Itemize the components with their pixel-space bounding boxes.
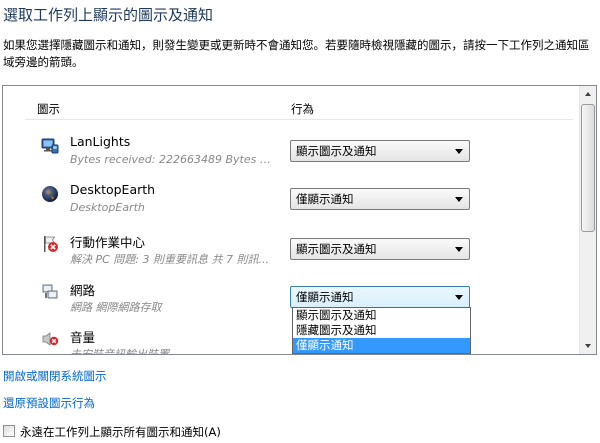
network-icon: [41, 283, 59, 301]
item-name: 音量: [70, 330, 96, 345]
action-center-flag-icon: [41, 235, 59, 253]
chevron-down-icon: [585, 344, 591, 348]
header-divider: [25, 119, 573, 120]
always-show-checkbox[interactable]: [3, 425, 15, 437]
column-header-icons: 圖示: [37, 102, 60, 116]
network-monitor-icon: [41, 137, 59, 155]
chevron-down-icon: [455, 197, 463, 202]
vertical-scrollbar[interactable]: [579, 86, 596, 354]
chevron-up-icon: [585, 92, 591, 96]
chevron-down-icon: [455, 247, 463, 252]
dropdown-option[interactable]: 隱藏圖示及通知: [293, 323, 470, 338]
scroll-down-button[interactable]: [580, 337, 596, 354]
item-description: 網路 網際網路存取: [70, 301, 162, 314]
item-name: 網路: [70, 283, 96, 298]
selected-value: 顯示圖示及通知: [296, 242, 377, 256]
globe-icon: [41, 185, 59, 203]
item-description: 解決 PC 問題: 3 則重要訊息 共 7 則訊...: [70, 253, 269, 266]
behavior-select-lanlights[interactable]: 顯示圖示及通知: [290, 140, 470, 162]
item-name: DesktopEarth: [70, 182, 156, 197]
toggle-system-icons-link[interactable]: 開啟或關閉系統圖示: [3, 368, 107, 384]
notification-icons-list: 圖示 行為 LanLights Bytes received: 22266348…: [2, 85, 597, 355]
behavior-select-desktopearth[interactable]: 僅顯示通知: [290, 188, 470, 210]
selected-value: 僅顯示通知: [296, 192, 354, 206]
item-name: LanLights: [70, 134, 131, 149]
scroll-up-button[interactable]: [580, 86, 596, 103]
column-header-behavior: 行為: [291, 102, 314, 116]
dropdown-option[interactable]: 顯示圖示及通知: [293, 308, 470, 323]
selected-value: 顯示圖示及通知: [296, 144, 377, 158]
item-name: 行動作業中心: [70, 235, 146, 250]
selected-value: 僅顯示通知: [296, 290, 354, 304]
chevron-down-icon: [455, 295, 463, 300]
list-item-desktopearth: DesktopEarth DesktopEarth 僅顯示通知: [3, 179, 578, 223]
item-description: 未安裝音訊輸出裝置。: [70, 348, 180, 355]
list-item-action-center: 行動作業中心 解決 PC 問題: 3 則重要訊息 共 7 則訊... 顯示圖示及…: [3, 229, 578, 273]
list-item-volume: 音量 未安裝音訊輸出裝置。: [3, 324, 578, 355]
chevron-down-icon: [455, 149, 463, 154]
behavior-select-action-center[interactable]: 顯示圖示及通知: [290, 238, 470, 260]
item-description: DesktopEarth: [70, 201, 145, 214]
list-item-network: 網路 網路 網際網路存取 僅顯示通知: [3, 277, 578, 321]
always-show-label[interactable]: 永遠在工作列上顯示所有圖示和通知(A): [20, 424, 221, 440]
intro-text: 如果您選擇隱藏圖示和通知，則發生變更或更新時不會通知您。若要隨時檢視隱藏的圖示，…: [3, 38, 590, 69]
item-description: Bytes received: 222663489 Bytes sent: ..…: [70, 153, 275, 166]
behavior-select-network[interactable]: 僅顯示通知: [290, 286, 470, 308]
behavior-dropdown-list: 顯示圖示及通知 隱藏圖示及通知 僅顯示通知: [292, 307, 471, 354]
dropdown-option-selected[interactable]: 僅顯示通知: [293, 338, 470, 353]
restore-defaults-link[interactable]: 還原預設圖示行為: [3, 395, 95, 411]
page-title: 選取工作列上顯示的圖示及通知: [3, 6, 214, 24]
scrollbar-thumb[interactable]: [581, 104, 595, 232]
volume-muted-icon: [41, 330, 59, 348]
list-item-lanlights: LanLights Bytes received: 222663489 Byte…: [3, 131, 578, 175]
